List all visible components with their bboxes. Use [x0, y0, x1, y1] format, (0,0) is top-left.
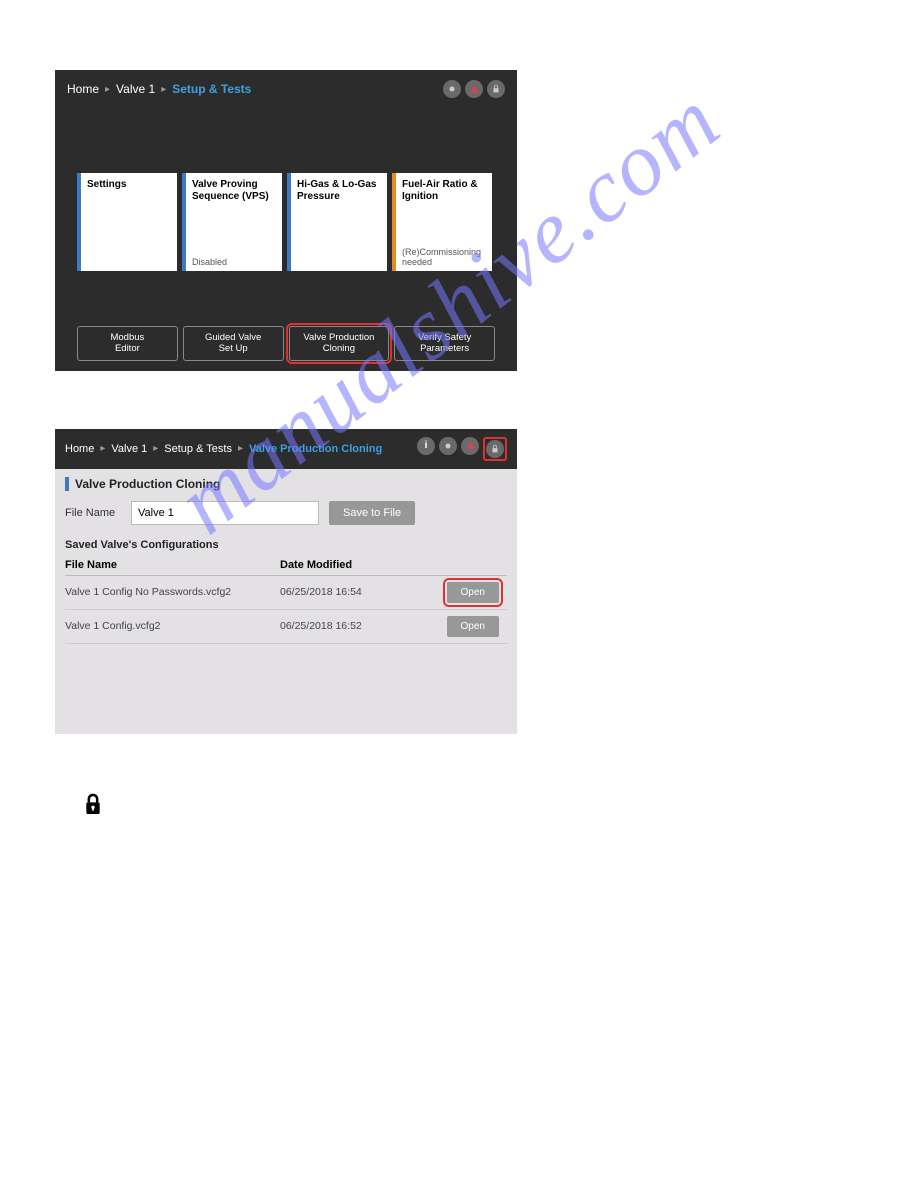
info-icon[interactable]: i — [417, 437, 435, 455]
section-title: Valve Production Cloning — [65, 477, 507, 491]
warning-icon[interactable] — [461, 437, 479, 455]
card-fuel-air[interactable]: Fuel-Air Ratio & Ignition (Re)Commission… — [392, 173, 492, 271]
breadcrumb-current: Setup & Tests — [172, 82, 251, 96]
topbar-icons: i — [417, 437, 507, 461]
topbar: Home ▸ Valve 1 ▸ Setup & Tests — [55, 70, 517, 108]
filename-row: File Name Save to File — [65, 501, 507, 525]
card-status: (Re)Commissioning needed — [402, 247, 488, 267]
breadcrumb-valve[interactable]: Valve 1 — [116, 82, 155, 96]
chevron-icon: ▸ — [100, 443, 105, 454]
cloning-content: Valve Production Cloning File Name Save … — [55, 469, 517, 734]
camera-icon[interactable] — [443, 80, 461, 98]
card-vps[interactable]: Valve Proving Sequence (VPS) Disabled — [182, 173, 282, 271]
breadcrumb-home[interactable]: Home — [65, 443, 94, 455]
warning-icon[interactable] — [465, 80, 483, 98]
guided-valve-setup-button[interactable]: Guided Valve Set Up — [183, 326, 284, 361]
lock-icon-highlight — [483, 437, 507, 461]
card-title: Hi-Gas & Lo-Gas Pressure — [297, 179, 383, 203]
breadcrumb-current: Valve Production Cloning — [249, 443, 382, 455]
valve-production-cloning-button[interactable]: Valve Production Cloning — [289, 326, 390, 361]
topbar: Home ▸ Valve 1 ▸ Setup & Tests ▸ Valve P… — [55, 429, 517, 469]
chevron-icon: ▸ — [161, 84, 166, 95]
save-to-file-button[interactable]: Save to File — [329, 501, 415, 525]
open-button[interactable]: Open — [447, 616, 499, 637]
chevron-icon: ▸ — [238, 443, 243, 454]
col-date-modified: Date Modified — [280, 559, 428, 571]
camera-icon[interactable] — [439, 437, 457, 455]
cell-date: 06/25/2018 16:52 — [280, 620, 428, 632]
breadcrumb: Home ▸ Valve 1 ▸ Setup & Tests ▸ Valve P… — [65, 443, 382, 455]
lock-standalone — [55, 792, 863, 821]
card-status: Disabled — [192, 257, 278, 267]
breadcrumb-setup[interactable]: Setup & Tests — [164, 443, 232, 455]
card-settings[interactable]: Settings — [77, 173, 177, 271]
breadcrumb-valve[interactable]: Valve 1 — [111, 443, 147, 455]
card-title: Settings — [87, 179, 173, 191]
card-title: Fuel-Air Ratio & Ignition — [402, 179, 488, 203]
table-row: Valve 1 Config.vcfg2 06/25/2018 16:52 Op… — [65, 610, 507, 644]
breadcrumb: Home ▸ Valve 1 ▸ Setup & Tests — [67, 82, 251, 96]
lock-icon[interactable] — [486, 440, 504, 458]
cell-file-name: Valve 1 Config.vcfg2 — [65, 620, 280, 632]
modbus-editor-button[interactable]: Modbus Editor — [77, 326, 178, 361]
breadcrumb-home[interactable]: Home — [67, 82, 99, 96]
open-button[interactable]: Open — [447, 582, 499, 603]
screenshot-cloning: Home ▸ Valve 1 ▸ Setup & Tests ▸ Valve P… — [55, 429, 517, 734]
col-file-name: File Name — [65, 559, 280, 571]
lock-icon[interactable] — [487, 80, 505, 98]
cell-date: 06/25/2018 16:54 — [280, 586, 428, 598]
lock-icon — [83, 803, 103, 820]
filename-label: File Name — [65, 507, 121, 519]
topbar-icons — [443, 80, 505, 98]
table-header: File Name Date Modified — [65, 555, 507, 576]
saved-heading: Saved Valve's Configurations — [65, 539, 507, 551]
filename-input[interactable] — [131, 501, 319, 525]
chevron-icon: ▸ — [105, 84, 110, 95]
card-title: Valve Proving Sequence (VPS) — [192, 179, 278, 203]
bottom-buttons: Modbus Editor Guided Valve Set Up Valve … — [55, 271, 517, 361]
chevron-icon: ▸ — [153, 443, 158, 454]
card-gas-pressure[interactable]: Hi-Gas & Lo-Gas Pressure — [287, 173, 387, 271]
table-row: Valve 1 Config No Passwords.vcfg2 06/25/… — [65, 576, 507, 610]
verify-safety-parameters-button[interactable]: Verify Safety Parameters — [394, 326, 495, 361]
screenshot-setup-tests: Home ▸ Valve 1 ▸ Setup & Tests Set — [55, 70, 517, 371]
cards-row: Settings Valve Proving Sequence (VPS) Di… — [55, 108, 517, 271]
cell-file-name: Valve 1 Config No Passwords.vcfg2 — [65, 586, 280, 598]
